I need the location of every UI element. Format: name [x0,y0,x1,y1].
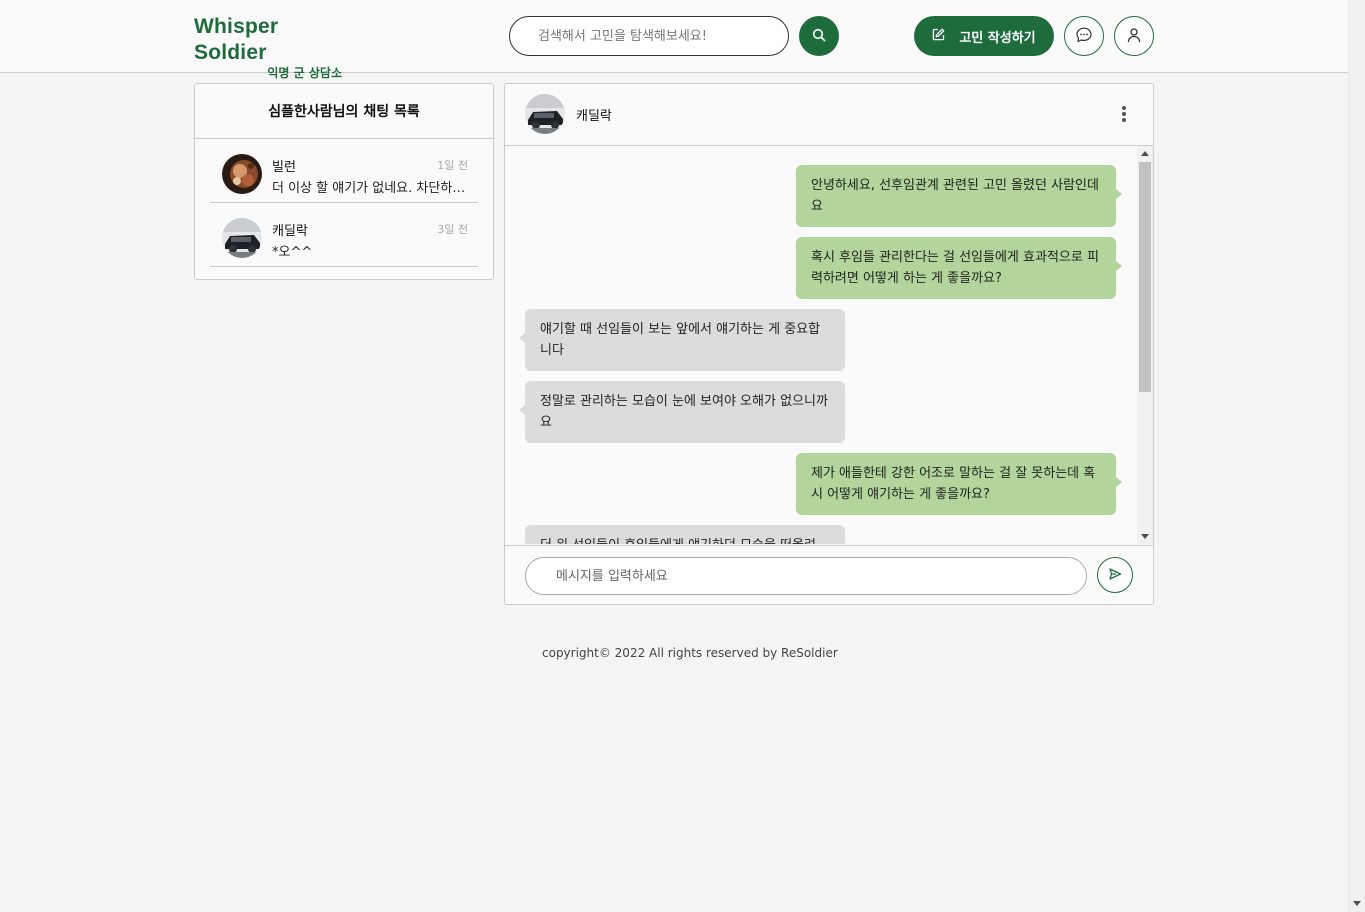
profile-button[interactable] [1114,16,1154,56]
chat-partner-name: 캐딜락 [576,109,612,124]
scroll-up-arrow-icon[interactable] [1141,151,1149,156]
chat-item-preview: 더 이상 할 얘기가 없네요. 차단하겠습니다 [272,181,472,196]
page-scrollbar[interactable] [1348,0,1365,912]
chat-header: 캐딜락 [505,84,1153,146]
message-scrollbar[interactable] [1137,146,1153,544]
message-received: 더 위 선임들이 후임들에게 얘기하던 모습을 떠올려 보세요 [525,525,845,544]
chat-bubble-icon [1075,26,1093,47]
edit-icon [932,28,945,45]
message-sent: 안녕하세요, 선후임관계 관련된 고민 올렸던 사람인데요 [796,165,1122,227]
chat-list-panel: 심플한사람님의 채팅 목록 빌런 1일 전 더 이상 할 얘기가 없네요. 차단… [194,83,494,280]
message-sent: 혹시 후임들 관리한다는 걸 선임들에게 효과적으로 피력하려면 어떻게 하는 … [796,237,1122,299]
message-list[interactable]: 안녕하세요, 선후임관계 관련된 고민 올렸던 사람인데요 혹시 후임들 관리한… [505,146,1137,544]
chat-item-time: 3일 전 [437,223,468,236]
logo-title: Whisper Soldier [194,15,279,64]
avatar [222,154,262,194]
logo[interactable]: Whisper Soldier 익명 군 상담소 [194,14,354,81]
logo-subtitle: 익명 군 상담소 [267,66,342,80]
top-header: Whisper Soldier 익명 군 상담소 고민 작성하기 [0,0,1348,80]
chat-item-preview: *오^^ [272,245,313,260]
message-received: 정말로 관리하는 모습이 눈에 보여야 오해가 없으니까요 [519,381,845,443]
chat-item-name: 캐딜락 [272,224,308,239]
footer-copyright: copyright© 2022 All rights reserved by R… [542,646,838,660]
user-icon [1126,27,1142,46]
write-button-label: 고민 작성하기 [959,30,1036,46]
message-received: 얘기할 때 선임들이 보는 앞에서 얘기하는 게 중요합니다 [519,309,845,371]
message-input-area [505,545,1153,604]
message-sent: 제가 애들한테 강한 어조로 말하는 걸 잘 못하는데 혹시 어떻게 얘기하는 … [796,453,1122,515]
more-vertical-icon [1122,106,1126,110]
chat-item-time: 1일 전 [437,159,468,172]
send-button[interactable] [1097,557,1133,593]
write-concern-button[interactable]: 고민 작성하기 [914,16,1054,56]
scroll-thumb[interactable] [1139,162,1151,392]
search-icon [812,28,826,45]
message-input[interactable] [525,557,1087,595]
chat-list-item[interactable]: 빌런 1일 전 더 이상 할 얘기가 없네요. 차단하겠습니다 [210,139,478,203]
chat-list-item[interactable]: 캐딜락 3일 전 *오^^ [210,203,478,267]
search-button[interactable] [799,16,839,56]
more-options-button[interactable] [1117,102,1131,126]
avatar [222,218,262,258]
chat-item-name: 빌런 [272,160,296,175]
chat-list-title: 심플한사람님의 채팅 목록 [195,84,493,139]
search-input[interactable] [509,16,789,56]
scroll-down-arrow-icon[interactable] [1353,901,1361,906]
avatar [525,94,565,134]
scroll-down-arrow-icon[interactable] [1141,534,1149,539]
send-icon [1108,567,1122,584]
chat-button[interactable] [1064,16,1104,56]
chat-panel: 캐딜락 안녕하세요, 선후임관계 관련된 고민 올렸던 사람인데요 혹시 후임들… [504,83,1154,605]
